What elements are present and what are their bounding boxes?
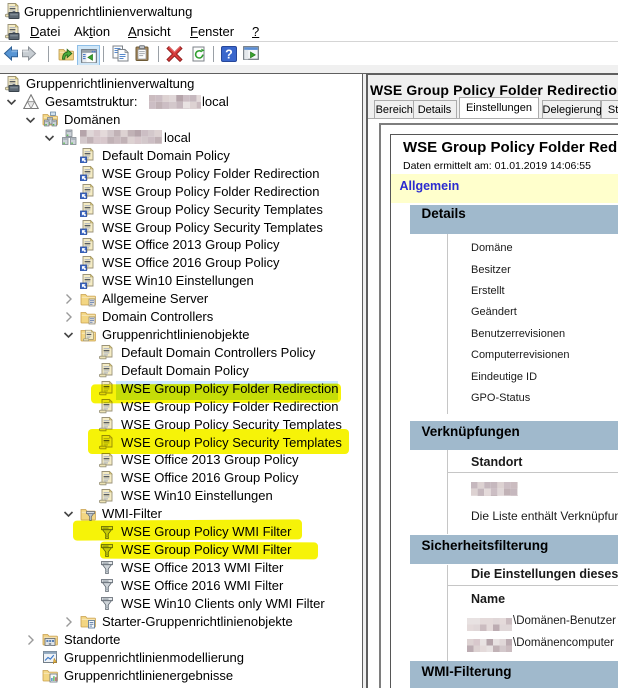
svg-text:?: ? (225, 48, 233, 62)
